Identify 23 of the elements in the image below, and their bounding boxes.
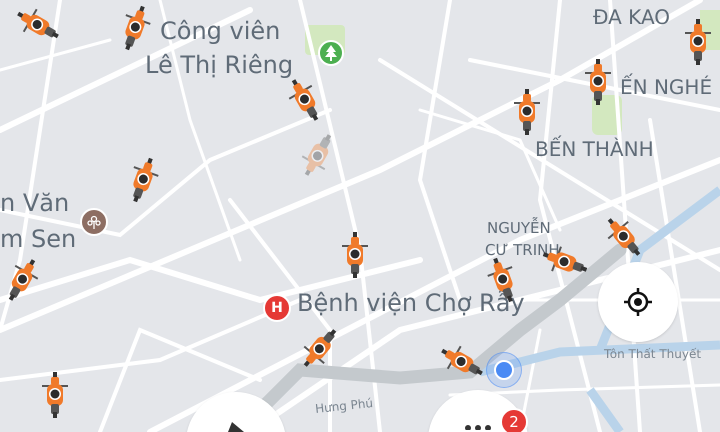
motorbike-icon bbox=[583, 59, 613, 105]
place-label: Lê Thị Riêng bbox=[145, 50, 294, 80]
place-label: ẾN NGHÉ bbox=[620, 74, 712, 100]
place-label: Bệnh viện Chợ Rẫy bbox=[297, 288, 525, 318]
place-label: m Sen bbox=[0, 224, 76, 254]
street-label: Tôn Thất Thuyết bbox=[604, 346, 702, 362]
dots-icon bbox=[463, 422, 493, 430]
park-icon bbox=[318, 40, 344, 66]
place-label: n Văn bbox=[0, 188, 70, 218]
street-label: Hưng Phú bbox=[314, 395, 374, 417]
crosshair-icon bbox=[623, 287, 653, 317]
motorbike-icon bbox=[340, 232, 370, 278]
locate-button[interactable] bbox=[598, 262, 678, 342]
place-label: NGUYỄN bbox=[487, 218, 551, 238]
place-label: BẾN THÀNH bbox=[535, 136, 654, 162]
place-label: ĐA KAO bbox=[593, 4, 670, 30]
motorbike-icon bbox=[40, 372, 70, 418]
motorbike-icon bbox=[512, 89, 542, 135]
temple-icon bbox=[80, 208, 108, 236]
triangle-icon bbox=[228, 422, 244, 432]
place-label: Công viên bbox=[160, 16, 280, 46]
hospital-marker: H bbox=[263, 294, 291, 322]
motorbike-icon bbox=[683, 19, 713, 65]
